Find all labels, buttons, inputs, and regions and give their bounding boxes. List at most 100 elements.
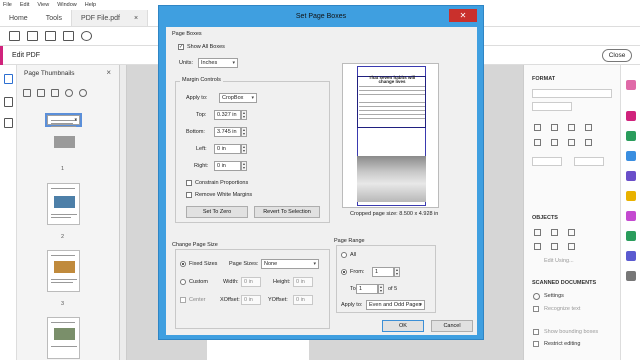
comment-icon[interactable] — [626, 191, 636, 201]
xoffset-label: XOffset: — [220, 297, 240, 303]
fill-sign-icon[interactable] — [626, 211, 636, 221]
print-icon[interactable] — [45, 31, 56, 41]
from-stepper[interactable]: ▲ ▼ — [394, 267, 400, 277]
menu-help[interactable]: Help — [85, 2, 96, 8]
justify-icon[interactable] — [585, 139, 592, 146]
create-pdf-icon[interactable] — [626, 80, 636, 90]
text-style-icon[interactable] — [551, 124, 558, 131]
tab-tools[interactable]: Tools — [37, 10, 71, 26]
page-thumbnail-4[interactable] — [47, 317, 80, 359]
right-stepper[interactable]: ▲ ▼ — [241, 161, 247, 171]
show-all-boxes-label: Show All Boxes — [187, 44, 225, 50]
top-input[interactable]: 0.327 in — [214, 110, 241, 120]
delete-page-icon[interactable] — [51, 89, 59, 97]
right-input[interactable]: 0 in — [214, 161, 241, 171]
bookmarks-icon[interactable] — [4, 97, 13, 107]
height-input[interactable]: 0 in — [293, 277, 313, 287]
page-boxes-heading: Page Boxes — [172, 31, 202, 37]
width-input[interactable]: 0 in — [241, 277, 261, 287]
recognize-text-checkbox[interactable] — [533, 306, 539, 312]
page-thumbnail-1[interactable] — [45, 113, 82, 148]
settings-label[interactable]: Settings — [544, 293, 564, 299]
dialog-close-button[interactable]: ✕ — [449, 9, 477, 22]
restrict-editing-checkbox[interactable] — [533, 341, 539, 347]
crop-icon[interactable] — [568, 243, 575, 250]
text-style-icon[interactable] — [585, 124, 592, 131]
menu-file[interactable]: File — [3, 2, 12, 8]
font-size-select[interactable] — [532, 102, 572, 111]
show-all-boxes-checkbox[interactable]: ✓ — [178, 44, 184, 50]
bottom-input[interactable]: 3.745 in — [214, 127, 241, 137]
rotate-icon[interactable] — [534, 243, 541, 250]
align-center-icon[interactable] — [551, 139, 558, 146]
rotate-icon[interactable] — [551, 243, 558, 250]
cancel-button[interactable]: Cancel — [431, 320, 473, 332]
scan-icon[interactable] — [626, 231, 636, 241]
set-to-zero-button[interactable]: Set To Zero — [186, 206, 248, 218]
align-right-icon[interactable] — [568, 139, 575, 146]
edit-using-label[interactable]: Edit Using... — [544, 258, 574, 264]
xoffset-input[interactable]: 0 in — [241, 295, 261, 305]
text-style-icon[interactable] — [534, 124, 541, 131]
flip-icon[interactable] — [551, 229, 558, 236]
left-input[interactable]: 0 in — [214, 144, 241, 154]
thumbnails-close-icon[interactable]: × — [106, 68, 111, 77]
range-apply-to-select[interactable]: Even and Odd Pages — [366, 300, 425, 310]
font-family-select[interactable] — [532, 89, 612, 98]
fixed-sizes-radio[interactable] — [180, 261, 186, 267]
save-cloud-icon[interactable] — [9, 31, 20, 41]
gear-icon[interactable] — [533, 293, 540, 300]
close-edit-button[interactable]: Close — [602, 49, 632, 62]
combine-files-icon[interactable] — [626, 151, 636, 161]
to-input[interactable]: 1 — [356, 284, 378, 294]
text-style-icon[interactable] — [568, 124, 575, 131]
from-input[interactable]: 1 — [372, 267, 394, 277]
rotate-right-icon[interactable] — [79, 89, 87, 97]
change-page-size-heading: Change Page Size — [172, 242, 218, 248]
options-icon[interactable] — [23, 89, 31, 97]
top-stepper[interactable]: ▲ ▼ — [241, 110, 247, 120]
page-thumbnail-2[interactable] — [47, 183, 80, 225]
email-icon[interactable] — [63, 31, 74, 41]
line-spacing-select[interactable] — [532, 157, 562, 166]
edit-pdf-icon[interactable] — [626, 111, 636, 121]
insert-page-icon[interactable] — [37, 89, 45, 97]
left-stepper[interactable]: ▲ ▼ — [241, 144, 247, 154]
apply-to-select[interactable]: CropBox — [219, 93, 257, 103]
zoom-icon[interactable] — [81, 31, 92, 41]
more-tools-icon[interactable] — [626, 271, 636, 281]
bottom-stepper[interactable]: ▲ ▼ — [241, 127, 247, 137]
to-stepper[interactable]: ▲ ▼ — [378, 284, 384, 294]
page-sizes-select[interactable]: None — [261, 259, 319, 269]
organize-pages-icon[interactable] — [626, 171, 636, 181]
yoffset-input[interactable]: 0 in — [293, 295, 313, 305]
menu-edit[interactable]: Edit — [20, 2, 29, 8]
menu-view[interactable]: View — [37, 2, 49, 8]
menu-window[interactable]: Window — [57, 2, 77, 8]
revert-to-selection-button[interactable]: Revert To Selection — [254, 206, 320, 218]
character-spacing-select[interactable] — [574, 157, 604, 166]
center-checkbox[interactable] — [180, 297, 186, 303]
export-pdf-icon[interactable] — [626, 131, 636, 141]
tab-document[interactable]: PDF File.pdf × — [71, 10, 149, 26]
page-thumbnail-3[interactable] — [47, 250, 80, 292]
save-icon[interactable] — [27, 31, 38, 41]
arrange-icon[interactable] — [534, 229, 541, 236]
attachments-icon[interactable] — [4, 118, 13, 128]
custom-radio[interactable] — [180, 279, 186, 285]
protect-icon[interactable] — [626, 251, 636, 261]
remove-white-margins-checkbox[interactable] — [186, 192, 192, 198]
thumbnails-scrollbar[interactable] — [120, 65, 127, 360]
page-thumbnails-icon[interactable] — [4, 74, 13, 84]
all-pages-radio[interactable] — [341, 252, 347, 258]
ok-button[interactable]: OK — [382, 320, 424, 332]
flip-icon[interactable] — [568, 229, 575, 236]
align-left-icon[interactable] — [534, 139, 541, 146]
show-bounding-checkbox[interactable] — [533, 329, 539, 335]
from-radio[interactable] — [341, 269, 347, 275]
tab-home[interactable]: Home — [0, 10, 37, 26]
tab-close-icon[interactable]: × — [134, 15, 138, 22]
rotate-left-icon[interactable] — [65, 89, 73, 97]
units-select[interactable]: Inches — [198, 58, 238, 68]
constrain-proportions-checkbox[interactable] — [186, 180, 192, 186]
